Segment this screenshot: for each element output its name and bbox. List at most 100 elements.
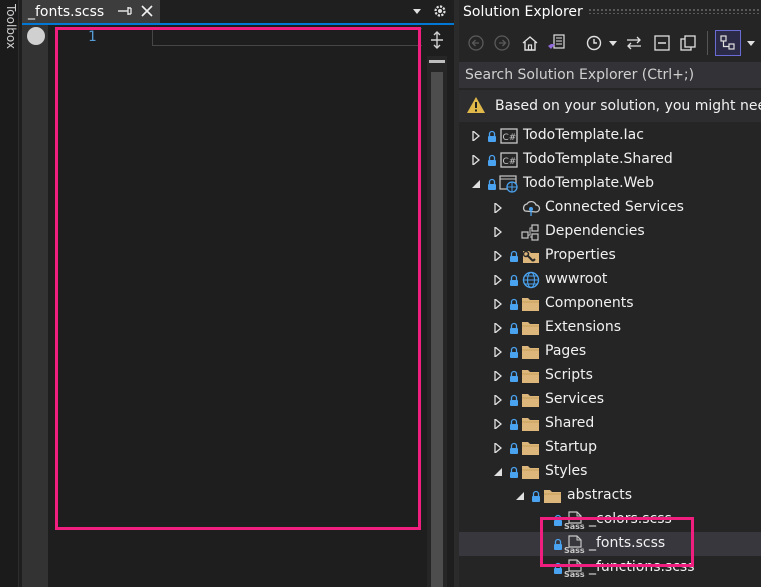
pin-icon[interactable] [118,3,132,19]
folder-icon [544,490,561,503]
gear-icon[interactable] [432,3,448,19]
tree-item-label: Scripts [545,367,593,383]
folder-icon [522,370,539,383]
split-editor-icon[interactable] [427,30,447,50]
tree-item-label: Dependencies [545,223,645,239]
tree-item-label: TodoTemplate.Shared [523,151,673,167]
csharp-project-icon: C# [500,152,518,168]
lock-icon [488,154,496,166]
connected-services-icon [522,200,541,216]
lock-icon [532,490,540,502]
tree-item-label: Components [545,295,634,311]
tree-row[interactable]: Connected Services [459,196,761,220]
expand-arrow-icon[interactable] [493,227,503,237]
collapse-arrow-icon[interactable] [471,179,481,189]
lock-icon [510,394,518,406]
collapse-all-icon[interactable] [653,34,671,52]
tree-item-label: wwwroot [545,271,608,287]
tree-row[interactable]: wwwroot [459,268,761,292]
lock-icon [510,346,518,358]
tree-row[interactable]: Shared [459,412,761,436]
dependencies-icon [521,224,539,241]
tree-row[interactable]: C# TodoTemplate.Shared [459,148,761,172]
tree-row[interactable]: Styles [459,460,761,484]
chevron-down-icon[interactable] [745,34,757,52]
tree-row[interactable]: Components [459,292,761,316]
close-icon[interactable] [140,3,154,19]
toolbox-strip[interactable] [0,0,19,587]
expand-arrow-icon[interactable] [493,371,503,381]
folder-icon [522,442,539,455]
tree-item-label: Pages [545,343,587,359]
tree-row[interactable]: Services [459,388,761,412]
lock-icon [510,370,518,382]
tree-row[interactable]: Extensions [459,316,761,340]
sync-with-document-icon[interactable] [625,34,643,52]
solution-explorer-title: Solution Explorer [463,4,583,20]
tree-row[interactable]: Pages [459,340,761,364]
folder-icon [522,298,539,311]
pending-changes-filter-icon[interactable] [585,34,603,52]
folder-icon [522,346,539,359]
lock-icon [510,250,518,262]
tree-item-label: Startup [545,439,597,455]
glyph-margin[interactable] [22,25,48,587]
tree-row[interactable]: Properties [459,244,761,268]
tree-row[interactable]: abstracts [459,484,761,508]
expand-arrow-icon[interactable] [493,251,503,261]
editor-tab[interactable]: _fonts.scss [22,0,160,23]
globe-icon [522,271,540,289]
forward-icon[interactable] [493,34,511,52]
lock-icon [488,130,496,142]
scrollbar-thumb[interactable] [431,72,443,587]
expand-arrow-icon[interactable] [493,299,503,309]
lock-icon [510,298,518,310]
switch-views-icon[interactable] [547,34,565,52]
tab-title: _fonts.scss [28,3,105,20]
scroll-up-icon[interactable] [429,58,445,66]
expand-arrow-icon[interactable] [493,347,503,357]
svg-text:C#: C# [503,157,517,167]
tree-item-label: Connected Services [545,199,684,215]
expand-arrow-icon[interactable] [493,419,503,429]
lock-icon [510,418,518,430]
expand-arrow-icon[interactable] [493,395,503,405]
tree-item-label: Properties [545,247,616,263]
lock-icon [510,274,518,286]
breakpoint-glyph[interactable] [27,27,45,45]
web-project-icon [499,175,518,193]
tree-row[interactable]: TodoTemplate.Web [459,172,761,196]
tree-row[interactable]: Startup [459,436,761,460]
folder-icon [522,322,539,335]
expand-arrow-icon[interactable] [493,203,503,213]
preview-selected-items-icon[interactable] [715,30,741,56]
tree-row[interactable]: Dependencies [459,220,761,244]
properties-folder-icon [522,250,539,263]
expand-arrow-icon[interactable] [493,275,503,285]
collapse-arrow-icon[interactable] [493,467,503,477]
expand-arrow-icon[interactable] [471,155,481,165]
csharp-project-icon: C# [500,128,518,144]
lock-icon [488,178,496,190]
title-drag-grip[interactable] [588,8,761,14]
expand-arrow-icon[interactable] [493,443,503,453]
home-icon[interactable] [521,34,539,52]
lock-icon [510,442,518,454]
toolbar-separator [707,31,708,55]
tree-item-label: Shared [545,415,595,431]
tree-row[interactable]: C# TodoTemplate.Iac [459,124,761,148]
chevron-down-icon[interactable] [410,4,424,18]
show-all-files-icon[interactable] [679,34,697,52]
svg-text:C#: C# [503,133,517,143]
info-bar-text: Based on your solution, you might need [495,98,761,114]
sass-badge: Sass [564,570,585,579]
chevron-down-icon[interactable] [607,34,619,52]
expand-arrow-icon[interactable] [471,131,481,141]
expand-arrow-icon[interactable] [493,323,503,333]
collapse-arrow-icon[interactable] [515,491,525,501]
toolbox-label[interactable]: Toolbox [4,4,18,50]
search-input-placeholder[interactable]: Search Solution Explorer (Ctrl+;) [465,67,694,83]
back-icon[interactable] [467,34,485,52]
tree-row[interactable]: Scripts [459,364,761,388]
lock-icon [510,466,518,478]
